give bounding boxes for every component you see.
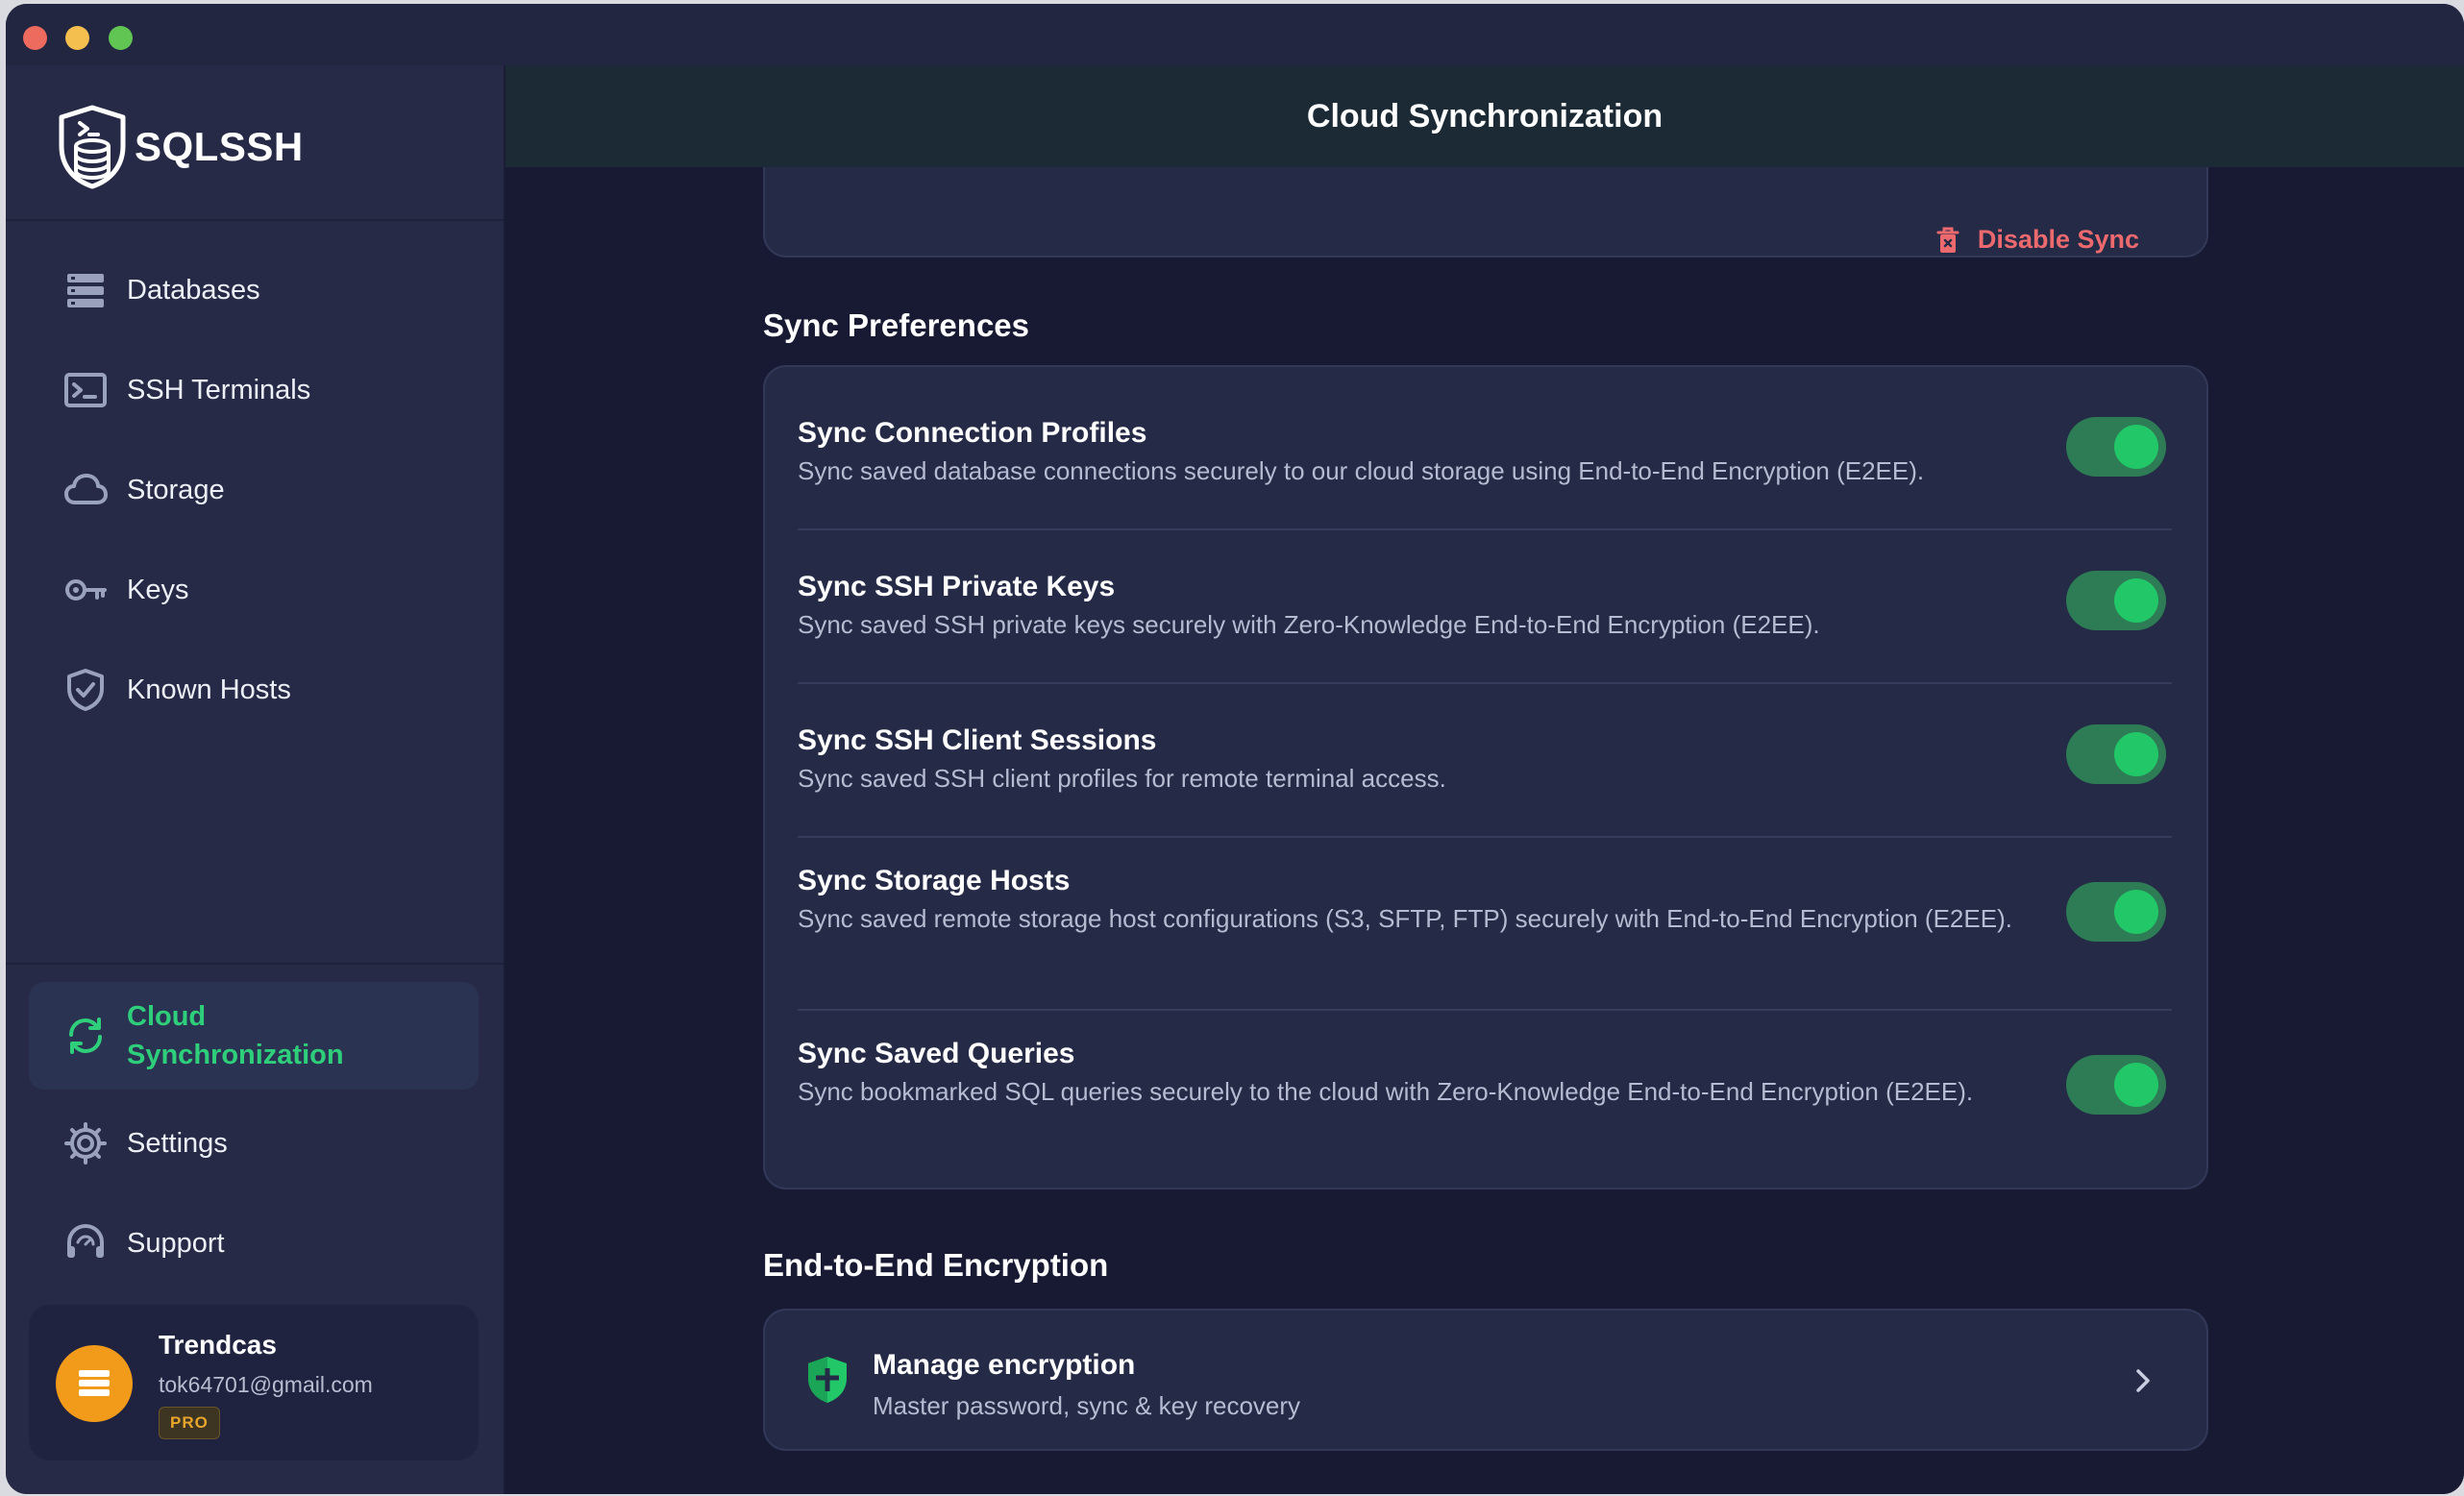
row-divider xyxy=(798,528,2172,530)
chevron-right-icon xyxy=(2136,1369,2150,1392)
pref-title: Sync SSH Private Keys xyxy=(798,571,1116,602)
avatar xyxy=(56,1345,133,1422)
app-window: SQLSSH Databases SSH Terminals Storage K… xyxy=(6,4,2464,1494)
sidebar-item-storage[interactable]: Storage xyxy=(29,452,479,528)
section-title-encryption: End-to-End Encryption xyxy=(763,1247,1109,1283)
toggle-knob xyxy=(2114,425,2158,469)
sidebar-item-label: Support xyxy=(127,1227,225,1259)
sidebar-item-known-hosts[interactable]: Known Hosts xyxy=(29,651,479,728)
pref-row-storage-hosts: Sync Storage Hosts Sync saved remote sto… xyxy=(798,865,2172,999)
title-bar xyxy=(6,4,2464,65)
sidebar-item-label: Settings xyxy=(127,1127,228,1159)
server-icon xyxy=(79,1370,110,1396)
shield-icon xyxy=(808,1357,847,1403)
trash-icon xyxy=(1936,227,1959,253)
toggle-sync-ssh-private-keys[interactable] xyxy=(2066,571,2166,630)
key-icon xyxy=(63,568,108,612)
app-logo-icon xyxy=(59,105,126,189)
sidebar-item-label: Cloud Synchronization xyxy=(127,1001,344,1070)
sidebar: SQLSSH Databases SSH Terminals Storage K… xyxy=(6,65,505,1494)
pref-title: Sync Storage Hosts xyxy=(798,865,1071,896)
window-close-button[interactable] xyxy=(23,26,47,50)
pref-row-saved-queries: Sync Saved Queries Sync bookmarked SQL q… xyxy=(798,1038,2172,1172)
toggle-knob xyxy=(2114,1063,2158,1107)
manage-encryption-row[interactable]: Manage encryption Master password, sync … xyxy=(763,1309,2208,1451)
row-divider xyxy=(798,836,2172,838)
manage-encryption-title: Manage encryption xyxy=(873,1349,1136,1381)
toggle-sync-connection-profiles[interactable] xyxy=(2066,417,2166,477)
disable-sync-label: Disable Sync xyxy=(1977,225,2139,254)
window-maximize-button[interactable] xyxy=(109,26,133,50)
terminal-icon xyxy=(63,368,108,412)
toggle-sync-saved-queries[interactable] xyxy=(2066,1055,2166,1115)
window-minimize-button[interactable] xyxy=(65,26,89,50)
profile-name: Trendcas xyxy=(159,1330,277,1360)
sidebar-item-label: Databases xyxy=(127,274,260,306)
sidebar-divider xyxy=(6,963,504,965)
database-icon xyxy=(63,268,108,312)
pref-row-ssh-private-keys: Sync SSH Private Keys Sync saved SSH pri… xyxy=(798,571,2172,667)
main-content: Cloud Synchronization Disable Sync Sync … xyxy=(505,65,2464,1494)
toggle-sync-ssh-client-sessions[interactable] xyxy=(2066,724,2166,784)
gear-icon xyxy=(63,1121,108,1165)
sidebar-item-databases[interactable]: Databases xyxy=(29,252,479,329)
toggle-knob xyxy=(2114,732,2158,776)
section-title-sync-preferences: Sync Preferences xyxy=(763,307,1030,343)
user-profile-card[interactable]: Trendcas tok64701@gmail.com PRO xyxy=(29,1305,479,1460)
sidebar-item-label: SSH Terminals xyxy=(127,374,311,405)
manage-encryption-subtitle: Master password, sync & key recovery xyxy=(873,1391,1301,1420)
page-title: Cloud Synchronization xyxy=(1306,97,1663,135)
pro-badge: PRO xyxy=(159,1407,220,1439)
sidebar-item-support[interactable]: Support xyxy=(29,1205,479,1282)
sidebar-item-label: Known Hosts xyxy=(127,674,291,705)
pref-title: Sync SSH Client Sessions xyxy=(798,724,1157,756)
sidebar-item-settings[interactable]: Settings xyxy=(29,1105,479,1182)
sidebar-item-keys[interactable]: Keys xyxy=(29,552,479,628)
cloud-icon xyxy=(63,468,108,512)
pref-description: Sync saved SSH private keys securely wit… xyxy=(798,610,1820,639)
pref-description: Sync saved remote storage host configura… xyxy=(798,904,2012,933)
sidebar-item-ssh-terminals[interactable]: SSH Terminals xyxy=(29,352,479,429)
sync-icon xyxy=(63,1014,108,1058)
app-logo: SQLSSH xyxy=(54,104,304,190)
pref-row-ssh-client-sessions: Sync SSH Client Sessions Sync saved SSH … xyxy=(798,724,2172,821)
app-name: SQLSSH xyxy=(135,124,304,169)
pref-description: Sync bookmarked SQL queries securely to … xyxy=(798,1077,1974,1106)
pref-row-connection-profiles: Sync Connection Profiles Sync saved data… xyxy=(798,417,2172,513)
toggle-sync-storage-hosts[interactable] xyxy=(2066,882,2166,942)
disable-sync-button[interactable]: Disable Sync xyxy=(1935,225,2139,255)
headset-icon xyxy=(63,1221,108,1265)
page-header: Cloud Synchronization xyxy=(505,65,2464,167)
sidebar-divider xyxy=(6,219,504,221)
pref-description: Sync saved database connections securely… xyxy=(798,456,1925,485)
pref-title: Sync Connection Profiles xyxy=(798,417,1147,449)
sync-preferences-card: Sync Connection Profiles Sync saved data… xyxy=(763,365,2208,1189)
toggle-knob xyxy=(2114,890,2158,934)
row-divider xyxy=(798,682,2172,684)
pref-description: Sync saved SSH client profiles for remot… xyxy=(798,764,1446,793)
pref-title: Sync Saved Queries xyxy=(798,1038,1075,1069)
sidebar-item-label: Storage xyxy=(127,474,225,505)
shield-check-icon xyxy=(63,668,108,712)
toggle-knob xyxy=(2114,578,2158,623)
sidebar-item-label: Keys xyxy=(127,574,189,605)
row-divider xyxy=(798,1009,2172,1011)
profile-email: tok64701@gmail.com xyxy=(159,1372,373,1397)
sidebar-item-cloud-synchronization[interactable]: Cloud Synchronization xyxy=(29,982,479,1090)
